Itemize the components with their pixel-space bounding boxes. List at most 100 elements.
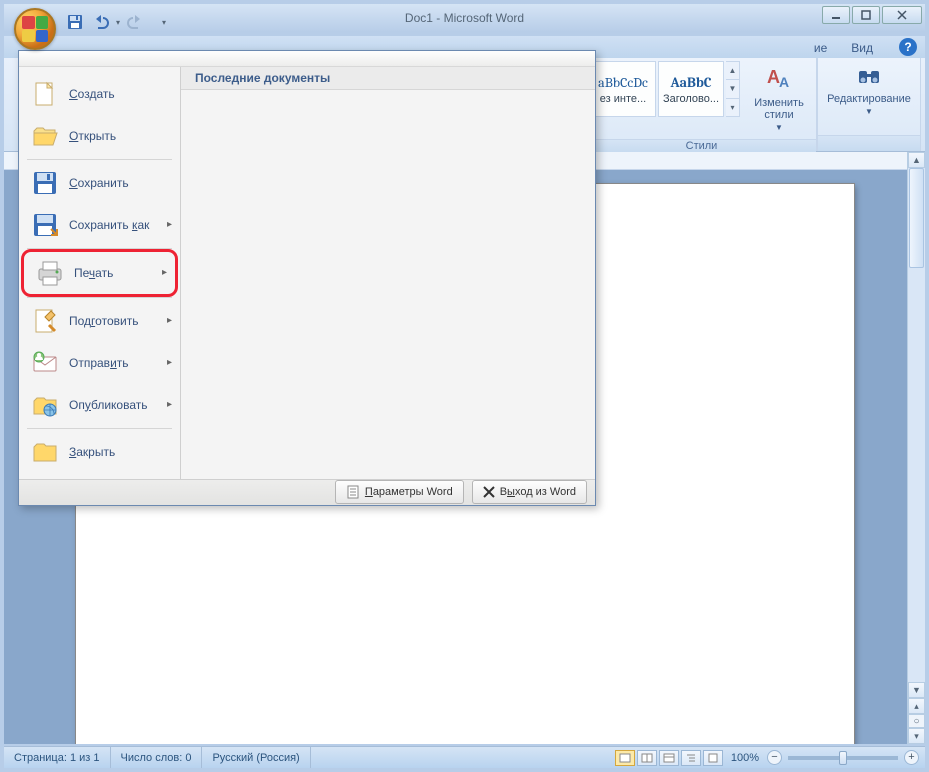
binoculars-icon bbox=[857, 65, 881, 89]
window-frame: ▾ ▾ Doc1 - Microsoft Word ие Вид ? bbox=[0, 0, 929, 772]
qat-redo-button[interactable] bbox=[124, 11, 146, 33]
exit-word-button[interactable]: Выход из Word bbox=[472, 480, 587, 504]
scroll-thumb[interactable] bbox=[909, 168, 924, 268]
office-logo-icon bbox=[22, 16, 48, 42]
options-doc-icon bbox=[346, 485, 360, 499]
chevron-down-icon: ▼ bbox=[775, 123, 783, 132]
floppy-icon bbox=[67, 14, 83, 30]
outline-icon bbox=[685, 753, 697, 763]
office-menu-footer: Параметры Word Выход из Word bbox=[19, 479, 595, 505]
window-title: Doc1 - Microsoft Word bbox=[405, 11, 524, 25]
quick-access-toolbar: ▾ ▾ bbox=[64, 11, 170, 33]
office-button[interactable] bbox=[14, 8, 56, 50]
view-full-screen[interactable] bbox=[637, 750, 657, 766]
minimize-icon bbox=[831, 10, 841, 20]
menu-print[interactable]: Печать ▸ bbox=[28, 252, 171, 294]
recent-documents-panel: Последние документы bbox=[181, 67, 595, 479]
office-menu: Создать Открыть Сохранить Сохранить как … bbox=[18, 50, 596, 506]
scroll-down-button[interactable]: ▼ bbox=[908, 682, 925, 698]
view-outline[interactable] bbox=[681, 750, 701, 766]
menu-prepare[interactable]: Подготовить ▸ bbox=[23, 300, 176, 342]
chevron-down-icon: ▼ bbox=[865, 107, 873, 116]
tab-partial-1[interactable]: ие bbox=[802, 38, 839, 58]
browse-object-button[interactable]: ○ bbox=[908, 714, 925, 728]
submenu-arrow-icon: ▸ bbox=[167, 315, 172, 326]
zoom-slider[interactable] bbox=[788, 756, 898, 760]
draft-icon bbox=[707, 753, 719, 763]
submenu-arrow-icon: ▸ bbox=[162, 267, 167, 278]
styles-scroll-up[interactable]: ▲ bbox=[726, 62, 739, 80]
prev-page-button[interactable]: ▴ bbox=[908, 698, 925, 714]
close-icon bbox=[897, 10, 907, 20]
new-document-icon bbox=[29, 78, 61, 110]
fullscreen-icon bbox=[641, 753, 653, 763]
menu-open[interactable]: Открыть bbox=[23, 115, 176, 157]
close-window-button[interactable] bbox=[882, 6, 922, 24]
status-word-count[interactable]: Число слов: 0 bbox=[111, 747, 203, 768]
maximize-icon bbox=[861, 10, 871, 20]
style-heading[interactable]: AaBbC Заголово... bbox=[658, 61, 724, 117]
view-web-layout[interactable] bbox=[659, 750, 679, 766]
recent-documents-title: Последние документы bbox=[181, 67, 595, 90]
maximize-button[interactable] bbox=[852, 6, 880, 24]
status-page[interactable]: Страница: 1 из 1 bbox=[4, 747, 111, 768]
print-highlight: Печать ▸ bbox=[21, 249, 178, 297]
window-controls bbox=[822, 6, 922, 24]
scroll-up-button[interactable]: ▲ bbox=[908, 152, 925, 168]
editing-group: Редактирование ▼ bbox=[817, 58, 921, 151]
prepare-icon bbox=[29, 305, 61, 337]
publish-icon bbox=[29, 389, 61, 421]
vertical-scrollbar[interactable]: ▲ ▼ ▴ ○ ▾ bbox=[907, 152, 925, 744]
change-styles-button[interactable]: AA Изменить стили ▼ bbox=[742, 61, 816, 136]
web-layout-icon bbox=[663, 753, 675, 763]
styles-gallery-scroll: ▲ ▼ ▾ bbox=[726, 61, 740, 117]
menu-close[interactable]: Закрыть bbox=[23, 431, 176, 473]
redo-icon bbox=[127, 15, 143, 29]
word-options-button[interactable]: Параметры Word bbox=[335, 480, 464, 504]
menu-save-as[interactable]: Сохранить как ▸ bbox=[23, 204, 176, 246]
style-no-spacing[interactable]: aBbCcDc ез инте... bbox=[590, 61, 656, 117]
exit-x-icon bbox=[483, 486, 495, 498]
zoom-out-button[interactable]: − bbox=[767, 750, 782, 765]
submenu-arrow-icon: ▸ bbox=[167, 399, 172, 410]
menu-new[interactable]: Создать bbox=[23, 73, 176, 115]
menu-save[interactable]: Сохранить bbox=[23, 162, 176, 204]
editing-button[interactable]: Редактирование ▼ bbox=[821, 61, 917, 120]
undo-icon bbox=[93, 15, 109, 29]
qat-customize-button[interactable]: ▾ bbox=[158, 11, 170, 33]
view-print-layout[interactable] bbox=[615, 750, 635, 766]
status-bar: Страница: 1 из 1 Число слов: 0 Русский (… bbox=[4, 746, 925, 768]
menu-publish[interactable]: Опубликовать ▸ bbox=[23, 384, 176, 426]
zoom-level[interactable]: 100% bbox=[725, 752, 765, 764]
styles-group-title: Стили bbox=[587, 139, 816, 152]
office-menu-commands: Создать Открыть Сохранить Сохранить как … bbox=[19, 67, 181, 479]
change-styles-icon: AA bbox=[764, 65, 794, 93]
minimize-button[interactable] bbox=[822, 6, 850, 24]
print-layout-icon bbox=[619, 753, 631, 763]
close-folder-icon bbox=[29, 436, 61, 468]
send-icon bbox=[29, 347, 61, 379]
submenu-arrow-icon: ▸ bbox=[167, 219, 172, 230]
qat-undo-dropdown[interactable]: ▾ bbox=[116, 18, 120, 27]
save-as-icon bbox=[29, 209, 61, 241]
next-page-button[interactable]: ▾ bbox=[908, 728, 925, 744]
qat-undo-button[interactable] bbox=[90, 11, 112, 33]
styles-expand[interactable]: ▾ bbox=[726, 99, 739, 116]
qat-save-button[interactable] bbox=[64, 11, 86, 33]
titlebar: ▾ ▾ Doc1 - Microsoft Word bbox=[4, 4, 925, 32]
styles-group: aBbCcDc ез инте... AaBbC Заголово... ▲ ▼… bbox=[586, 58, 817, 151]
submenu-arrow-icon: ▸ bbox=[167, 357, 172, 368]
svg-text:A: A bbox=[779, 74, 789, 90]
zoom-in-button[interactable]: + bbox=[904, 750, 919, 765]
open-folder-icon bbox=[29, 120, 61, 152]
view-draft[interactable] bbox=[703, 750, 723, 766]
styles-scroll-down[interactable]: ▼ bbox=[726, 80, 739, 98]
tab-view[interactable]: Вид bbox=[839, 38, 885, 58]
menu-send[interactable]: Отправить ▸ bbox=[23, 342, 176, 384]
printer-icon bbox=[34, 257, 66, 289]
zoom-slider-knob[interactable] bbox=[839, 751, 847, 765]
save-icon bbox=[29, 167, 61, 199]
scroll-track[interactable] bbox=[908, 168, 925, 680]
help-button[interactable]: ? bbox=[899, 38, 917, 56]
status-language[interactable]: Русский (Россия) bbox=[202, 747, 310, 768]
